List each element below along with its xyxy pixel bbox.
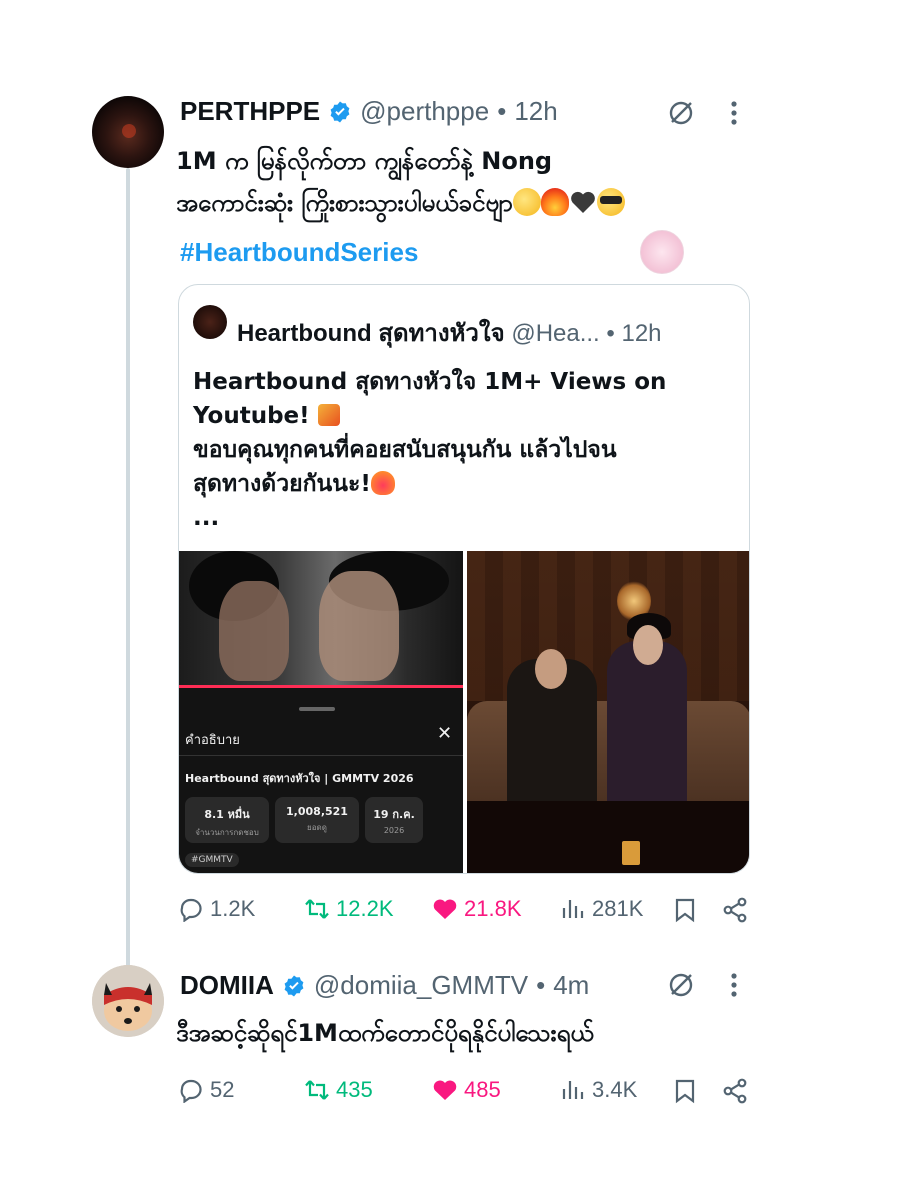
video-hashtag: #GMMTV — [185, 853, 239, 867]
video-still — [179, 551, 463, 685]
like-icon — [433, 1080, 457, 1100]
tweet1-display-name[interactable]: PERTHPPE — [180, 96, 320, 127]
reply-button[interactable]: 52 — [178, 1077, 234, 1103]
quoted-text-ellipsis: ... — [193, 505, 220, 531]
like-button[interactable]: 485 — [432, 1077, 501, 1103]
tweet1-header: PERTHPPE @perthppe • 12h — [180, 96, 558, 127]
repost-count: 12.2K — [336, 896, 394, 921]
video-stats: 8.1 หมื่น จำนวนการกดชอบ 1,008,521 ยอดดู … — [185, 797, 423, 843]
quoted-timestamp[interactable]: 12h — [621, 320, 661, 347]
quoted-text-line1: Heartbound สุดทางหัวใจ 1M+ Views on — [193, 369, 667, 395]
stat-likes: 8.1 หมื่น จำนวนการกดชอบ — [185, 797, 269, 843]
quoted-header: Heartbound สุดทางหัวใจ @Hea... • 12h — [237, 313, 662, 352]
reply-button[interactable]: 1.2K — [178, 896, 255, 922]
quoted-display-name[interactable]: Heartbound สุดทางหัวใจ — [237, 320, 505, 347]
quoted-text-line3: ขอบคุณทุกคนที่คอยสนับสนุนกัน แล้วไปจน — [193, 437, 617, 463]
quoted-text-line4-row: สุดทางด้วยกันนะ! — [193, 467, 741, 501]
like-button[interactable]: 21.8K — [432, 896, 522, 922]
tweet2-menu — [668, 972, 738, 998]
bookmark-icon[interactable] — [672, 897, 698, 923]
more-options-icon[interactable] — [730, 972, 738, 998]
tweet2-display-name[interactable]: DOMIIA — [180, 970, 274, 1001]
reply-count: 52 — [210, 1077, 235, 1102]
fire-emoji-icon — [540, 188, 569, 216]
like-count: 485 — [464, 1077, 501, 1102]
avatar-domiia[interactable] — [92, 965, 164, 1037]
avatar-perthppe[interactable] — [92, 96, 164, 168]
black-heart-emoji-icon — [570, 191, 595, 213]
share-icon[interactable] — [722, 897, 748, 923]
tweet1-menu — [668, 100, 738, 126]
tweet2-header: DOMIIA @domiia_GMMTV • 4m — [180, 970, 589, 1001]
tweet1-separator: • — [497, 96, 507, 126]
hashtag-link[interactable]: #HeartboundSeries — [180, 237, 418, 268]
bookmark-icon[interactable] — [672, 1078, 698, 1104]
repost-button[interactable]: 435 — [304, 1077, 373, 1103]
reply-icon — [180, 1079, 202, 1103]
quoted-text: Heartbound สุดทางหัวใจ 1M+ Views on Yout… — [193, 365, 741, 535]
like-count: 21.8K — [464, 896, 522, 921]
video-title: Heartbound สุดทางหัวใจ | GMMTV 2026 — [185, 772, 414, 785]
tweet1-timestamp[interactable]: 12h — [514, 96, 557, 127]
media-photo[interactable] — [467, 551, 749, 873]
stat-date: 19 ก.ค. 2026 — [365, 797, 423, 843]
tweet1-text-line2-row: အကောင်းဆုံး ကြိုးစားသွားပါမယ်ခင်ဗျာ — [176, 182, 625, 224]
sticker-icon — [640, 230, 684, 274]
close-icon: ✕ — [437, 723, 453, 743]
quoted-tweet-card[interactable]: Heartbound สุดทางหัวใจ @Hea... • 12h Hea… — [178, 284, 750, 874]
stat-views-value: 1,008,521 — [286, 805, 348, 818]
like-icon — [433, 899, 457, 919]
thread-connector-line — [126, 168, 130, 973]
tweet2-timestamp[interactable]: 4m — [553, 970, 589, 1001]
party-popper-emoji-icon — [317, 404, 340, 426]
grok-icon[interactable] — [668, 100, 694, 126]
reply-icon — [180, 898, 202, 922]
description-title: คำอธิบาย — [185, 733, 240, 748]
verified-badge-icon — [330, 101, 350, 122]
video-progress-bar — [179, 685, 463, 688]
tweet1-text: 1M က မြန်လိုက်တာ ကျွန်တော်နဲ့ Nong အကောင… — [176, 140, 625, 224]
repost-count: 435 — [336, 1077, 373, 1102]
retweet-icon — [305, 1080, 329, 1100]
quoted-avatar[interactable] — [193, 305, 227, 339]
tweet2-handle[interactable]: @domiia_GMMTV — [314, 970, 528, 1001]
heart-on-fire-emoji-icon — [370, 471, 395, 495]
stat-likes-value: 8.1 หมื่น — [204, 808, 250, 821]
quoted-text-line2: Youtube! — [193, 403, 310, 429]
tweet2-separator: • — [536, 970, 546, 1000]
views-button[interactable]: 281K — [560, 896, 643, 922]
reply-count: 1.2K — [210, 896, 256, 921]
stat-likes-label: จำนวนการกดชอบ — [195, 828, 259, 837]
retweet-icon — [305, 899, 329, 919]
stat-views: 1,008,521 ยอดดู — [275, 797, 359, 843]
media-youtube-screenshot[interactable]: คำอธิบาย ✕ Heartbound สุดทางหัวใจ | GMMT… — [179, 551, 463, 873]
share-icon[interactable] — [722, 1078, 748, 1104]
sheet-handle — [299, 707, 335, 711]
stat-date-value: 19 ก.ค. — [373, 808, 415, 821]
more-options-icon[interactable] — [730, 100, 738, 126]
verified-badge-icon — [284, 975, 304, 996]
views-icon — [562, 900, 584, 918]
quoted-text-line2-row: Youtube! — [193, 399, 741, 433]
views-button[interactable]: 3.4K — [560, 1077, 637, 1103]
quoted-separator: • — [606, 320, 615, 347]
tweet1-handle[interactable]: @perthppe — [360, 96, 489, 127]
stat-views-label: ยอดดู — [307, 823, 327, 832]
divider — [179, 755, 463, 756]
tweet2-text: ဒီအဆင့်ဆိုရင်1Mထက်တောင်ပိုရနိုင်ပါသေးရယ် — [176, 1019, 594, 1047]
stat-date-year: 2026 — [383, 826, 405, 835]
saluting-face-emoji-icon — [512, 188, 541, 216]
grok-icon[interactable] — [668, 972, 694, 998]
tweet1-text-line1: 1M က မြန်လိုက်တာ ကျွန်တော်နဲ့ Nong — [176, 147, 553, 175]
views-count: 3.4K — [592, 1077, 638, 1102]
views-icon — [562, 1081, 584, 1099]
quoted-text-line4: สุดทางด้วยกันนะ! — [193, 471, 371, 497]
sunglasses-emoji-icon — [596, 188, 625, 216]
repost-button[interactable]: 12.2K — [304, 896, 394, 922]
views-count: 281K — [592, 896, 644, 921]
quoted-handle[interactable]: @Hea... — [511, 320, 599, 347]
tweet1-text-line2: အကောင်းဆုံး ကြိုးစားသွားပါမယ်ခင်ဗျာ — [176, 189, 513, 217]
